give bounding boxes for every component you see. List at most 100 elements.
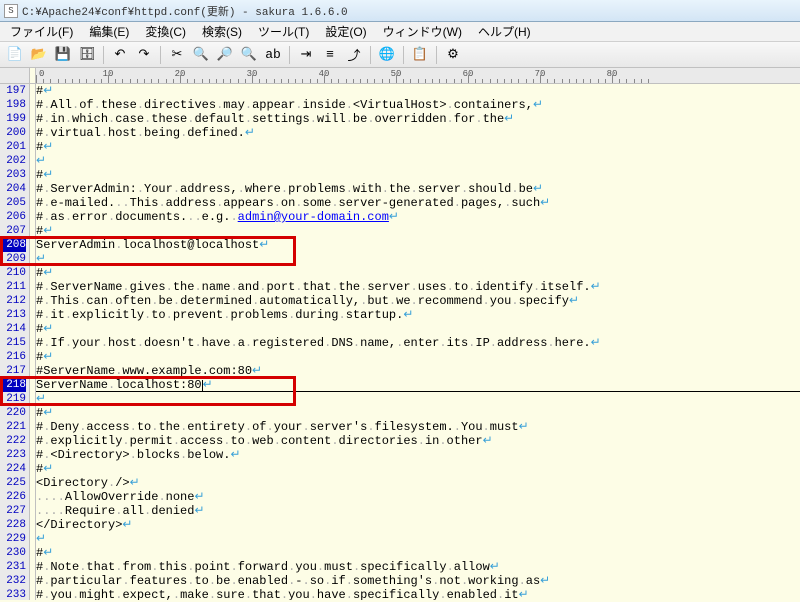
app-icon: S (4, 4, 18, 18)
line-number: 199 (0, 112, 26, 126)
line-number: 231 (0, 560, 26, 574)
code-line[interactable]: #.All.of.these.directives.may.appear.ins… (36, 98, 800, 112)
code-line[interactable]: #↵ (36, 168, 800, 182)
type-list-icon[interactable]: 📋 (409, 44, 431, 66)
code-line[interactable]: #↵ (36, 224, 800, 238)
cut-icon[interactable]: ✂ (166, 44, 188, 66)
titlebar: S C:¥Apache24¥conf¥httpd.conf(更新) - saku… (0, 0, 800, 22)
window-title: C:¥Apache24¥conf¥httpd.conf(更新) - sakura… (22, 3, 348, 19)
line-number: 214 (0, 322, 26, 336)
toolbar-separator (160, 46, 161, 64)
code-line[interactable]: ↵ (36, 532, 800, 546)
code-line[interactable]: #↵ (36, 84, 800, 98)
line-number: 202 (0, 154, 26, 168)
code-line[interactable]: #↵ (36, 140, 800, 154)
replace-icon[interactable]: ab (262, 44, 284, 66)
menu-3[interactable]: 検索(S) (194, 21, 250, 42)
browser-icon[interactable]: 🌐 (376, 44, 398, 66)
code-line[interactable]: #.<Directory>.blocks.below.↵ (36, 448, 800, 462)
code-line[interactable]: #.in.which.case.these.default.settings.w… (36, 112, 800, 126)
code-line[interactable]: <Directory./>↵ (36, 476, 800, 490)
outline-icon[interactable]: ≡ (319, 44, 341, 66)
line-number: 207 (0, 224, 26, 238)
line-number: 225 (0, 476, 26, 490)
line-number: 222 (0, 434, 26, 448)
toolbar: 📄📂💾🗄↶↷✂🔍🔎🔍ab⇥≡⤴🌐📋⚙ (0, 42, 800, 68)
settings-icon[interactable]: ⚙ (442, 44, 464, 66)
menu-7[interactable]: ヘルプ(H) (470, 21, 539, 42)
save-all-icon[interactable]: 🗄 (76, 44, 98, 66)
code-line[interactable]: #.e-mailed...This.address.appears.on.som… (36, 196, 800, 210)
save-icon[interactable]: 💾 (52, 44, 74, 66)
line-number: 232 (0, 574, 26, 588)
code-line[interactable]: #.ServerName.gives.the.name.and.port.tha… (36, 280, 800, 294)
line-number-gutter: 1971981992002012022032042052062072082092… (0, 84, 30, 600)
line-number: 228 (0, 518, 26, 532)
open-file-icon[interactable]: 📂 (28, 44, 50, 66)
menu-0[interactable]: ファイル(F) (2, 21, 81, 42)
code-line[interactable]: #.particular.features.to.be.enabled.-.so… (36, 574, 800, 588)
code-line[interactable]: #.If.your.host.doesn't.have.a.registered… (36, 336, 800, 350)
undo-icon[interactable]: ↶ (109, 44, 131, 66)
code-line[interactable]: #↵ (36, 462, 800, 476)
line-number: 205 (0, 196, 26, 210)
code-line[interactable]: #.virtual.host.being.defined.↵ (36, 126, 800, 140)
menu-2[interactable]: 変換(C) (137, 21, 194, 42)
code-line[interactable]: #.ServerAdmin:.Your.address,.where.probl… (36, 182, 800, 196)
line-number: 200 (0, 126, 26, 140)
line-number: 229 (0, 532, 26, 546)
menu-4[interactable]: ツール(T) (250, 21, 317, 42)
menu-1[interactable]: 編集(E) (81, 21, 137, 42)
code-line[interactable]: ↵ (36, 392, 800, 406)
code-line[interactable]: #.Deny.access.to.the.entirety.of.your.se… (36, 420, 800, 434)
find-next-icon[interactable]: 🔎 (214, 44, 236, 66)
line-number: 220 (0, 406, 26, 420)
code-line[interactable]: #.This.can.often.be.determined.automatic… (36, 294, 800, 308)
line-number: 213 (0, 308, 26, 322)
editor-area[interactable]: 1971981992002012022032042052062072082092… (0, 84, 800, 600)
code-line[interactable]: ServerAdmin.localhost@localhost↵ (36, 238, 800, 252)
code-line[interactable]: #.explicitly.permit.access.to.web.conten… (36, 434, 800, 448)
line-number: 216 (0, 350, 26, 364)
code-line[interactable]: #.as.error.documents...e.g..admin@your-d… (36, 210, 800, 224)
code-line[interactable]: </Directory>↵ (36, 518, 800, 532)
code-line[interactable]: ↵ (36, 154, 800, 168)
toolbar-separator (289, 46, 290, 64)
code-line[interactable]: #↵ (36, 350, 800, 364)
new-file-icon[interactable]: 📄 (4, 44, 26, 66)
code-line[interactable]: ServerName.localhost:80↵ (36, 378, 800, 392)
line-number: 197 (0, 84, 26, 98)
code-line[interactable]: #↵ (36, 266, 800, 280)
find-icon[interactable]: 🔍 (190, 44, 212, 66)
code-line[interactable]: ....Require.all.denied↵ (36, 504, 800, 518)
code-line[interactable]: #↵ (36, 406, 800, 420)
code-line[interactable]: #↵ (36, 322, 800, 336)
line-number: 206 (0, 210, 26, 224)
code-view[interactable]: #↵#.All.of.these.directives.may.appear.i… (36, 84, 800, 600)
line-number: 201 (0, 140, 26, 154)
code-line[interactable]: ↵ (36, 252, 800, 266)
toolbar-separator (370, 46, 371, 64)
line-number: 223 (0, 448, 26, 462)
code-line[interactable]: #↵ (36, 546, 800, 560)
code-line[interactable]: #ServerName.www.example.com:80↵ (36, 364, 800, 378)
toolbar-separator (103, 46, 104, 64)
menu-5[interactable]: 設定(O) (317, 21, 374, 42)
line-number: 208 (0, 238, 26, 252)
line-number: 227 (0, 504, 26, 518)
find-prev-icon[interactable]: 🔍 (238, 44, 260, 66)
redo-icon[interactable]: ↷ (133, 44, 155, 66)
menu-6[interactable]: ウィンドウ(W) (375, 21, 470, 42)
code-line[interactable]: #.you.might.expect,.make.sure.that.you.h… (36, 588, 800, 600)
code-line[interactable]: #.it.explicitly.to.prevent.problems.duri… (36, 308, 800, 322)
line-number: 203 (0, 168, 26, 182)
tag-jump-icon[interactable]: ⤴ (343, 44, 365, 66)
toolbar-separator (436, 46, 437, 64)
line-number: 230 (0, 546, 26, 560)
code-line[interactable]: #.Note.that.from.this.point.forward.you.… (36, 560, 800, 574)
line-number: 224 (0, 462, 26, 476)
ruler: 10203040506070800 (0, 68, 800, 84)
code-line[interactable]: ....AllowOverride.none↵ (36, 490, 800, 504)
line-number: 221 (0, 420, 26, 434)
jump-icon[interactable]: ⇥ (295, 44, 317, 66)
